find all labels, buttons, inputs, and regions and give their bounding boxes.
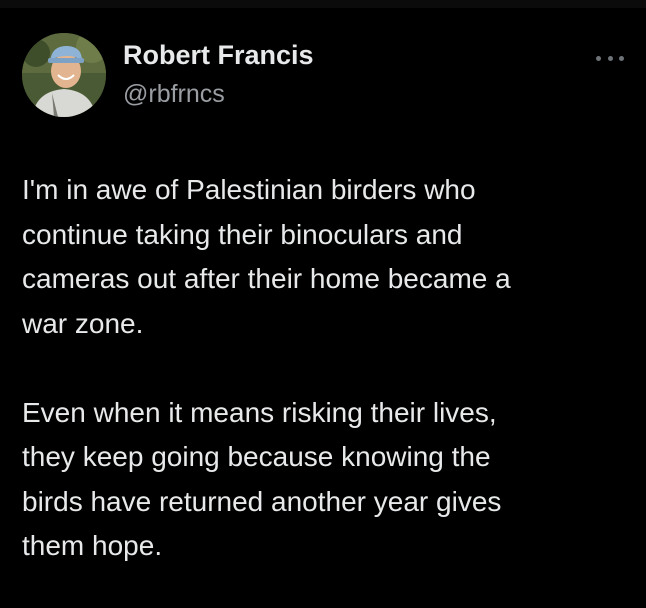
user-avatar-photo (22, 33, 106, 117)
author-handle[interactable]: @rbfrncs (123, 80, 225, 109)
dot (596, 55, 601, 61)
tweet-paragraph-1: I'm in awe of Palestinian birders who co… (22, 174, 511, 339)
dot (619, 55, 624, 61)
dot (607, 55, 613, 61)
avatar[interactable] (22, 33, 106, 117)
tweet-text: I'm in awe of Palestinian birders who co… (22, 168, 622, 569)
ellipsis-icon[interactable] (596, 52, 624, 64)
tweet-paragraph-2: Even when it means risking their lives, … (22, 396, 502, 562)
tweet-card: Robert Francis @rbfrncs I'm in awe of Pa… (0, 0, 646, 608)
author-name[interactable]: Robert Francis (123, 40, 314, 71)
